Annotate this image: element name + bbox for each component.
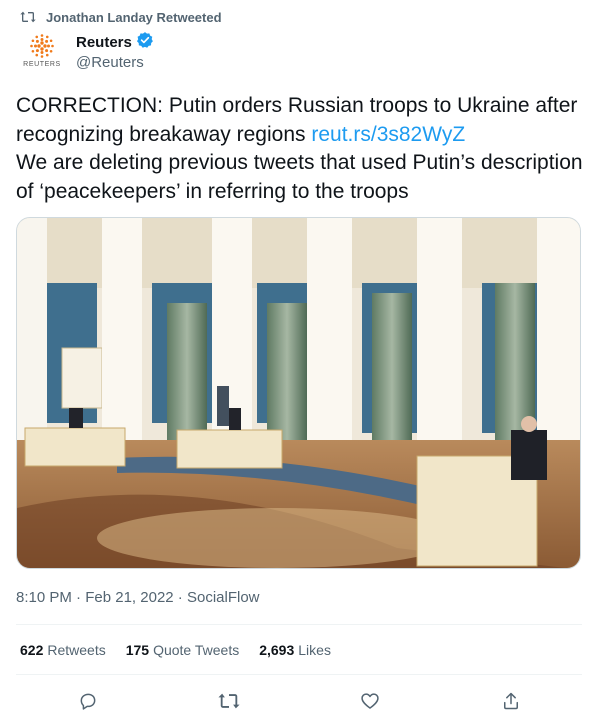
avatar-brand-text: REUTERS <box>23 61 61 68</box>
tweet-text: CORRECTION: Putin orders Russian troops … <box>16 92 586 206</box>
tweet-meta: 8:10 PM · Feb 21, 2022 · SocialFlow <box>16 589 260 606</box>
tweet-link[interactable]: reut.rs/3s82WyZ <box>311 123 465 146</box>
tweet-actions <box>0 688 598 714</box>
like-button[interactable] <box>357 688 383 714</box>
tweet-photo[interactable] <box>16 217 581 569</box>
quote-tweets-label: Quote Tweets <box>153 642 240 658</box>
verified-badge-icon <box>136 31 154 54</box>
retweet-context[interactable]: Jonathan Landay Retweeted <box>20 8 222 26</box>
avatar[interactable]: REUTERS <box>20 32 64 76</box>
quote-tweets-stat[interactable]: 175 Quote Tweets <box>126 642 240 658</box>
tweet-time[interactable]: 8:10 PM <box>16 589 72 606</box>
meta-separator: · <box>71 589 86 606</box>
retweet-icon <box>218 693 240 709</box>
reply-icon <box>80 693 96 710</box>
retweet-button[interactable] <box>216 688 242 714</box>
author-handle[interactable]: @Reuters <box>76 54 154 71</box>
retweets-count: 622 <box>20 642 44 658</box>
likes-stat[interactable]: 2,693 Likes <box>259 642 331 658</box>
retweets-label: Retweets <box>47 642 106 658</box>
tweet-text-line2: We are deleting previous tweets that use… <box>16 151 583 203</box>
meta-separator: · <box>173 589 187 606</box>
retweets-stat[interactable]: 622 Retweets <box>20 642 106 658</box>
tweet-text-line1: CORRECTION: Putin orders Russian troops … <box>16 94 578 146</box>
retweet-icon <box>20 10 36 24</box>
tweet-source[interactable]: SocialFlow <box>187 589 260 606</box>
divider <box>16 674 582 675</box>
tweet-stats: 622 Retweets 175 Quote Tweets 2,693 Likes <box>20 642 331 658</box>
share-icon <box>504 692 518 710</box>
tweet-date[interactable]: Feb 21, 2022 <box>85 589 173 606</box>
retweet-context-label[interactable]: Jonathan Landay Retweeted <box>46 10 222 25</box>
likes-label: Likes <box>298 642 331 658</box>
likes-count: 2,693 <box>259 642 295 658</box>
quote-tweets-count: 175 <box>125 642 150 658</box>
divider <box>16 624 582 625</box>
reuters-logo-icon <box>30 34 54 58</box>
author-display-name[interactable]: Reuters <box>76 34 132 51</box>
like-icon <box>361 693 379 709</box>
tweet-author[interactable]: REUTERS Reuters @Reuters <box>20 31 154 76</box>
share-button[interactable] <box>498 688 524 714</box>
reply-button[interactable] <box>75 688 101 714</box>
